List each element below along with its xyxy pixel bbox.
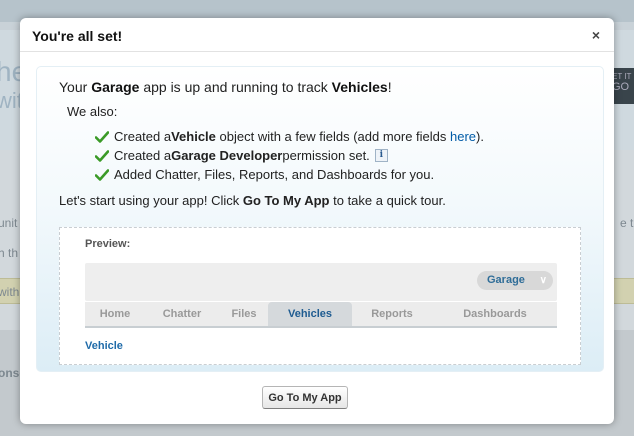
dialog-header: You're all set! × <box>20 18 614 52</box>
object-name: Vehicles <box>331 79 388 95</box>
call-to-action-text: Let's start using your app! Click Go To … <box>59 193 446 208</box>
completed-steps-list: Created a Vehicle object with a few fiel… <box>95 127 484 184</box>
bg-fragment: with <box>0 285 20 299</box>
app-selector: Garage ∨ <box>477 271 553 290</box>
app-name: Garage <box>91 79 140 95</box>
preview-vehicle-link: Vehicle <box>85 340 123 352</box>
check-icon <box>95 149 109 162</box>
check-icon <box>95 168 109 181</box>
info-icon[interactable]: i <box>374 149 388 162</box>
list-item: Added Chatter, Files, Reports, and Dashb… <box>95 165 484 184</box>
tab-vehicles: Vehicles <box>268 302 352 326</box>
also-label: We also: <box>67 104 118 119</box>
chevron-down-icon: ∨ <box>539 275 547 286</box>
bg-badge: ET IT GO <box>612 68 634 104</box>
list-item: Created a Garage Developer permission se… <box>95 146 484 165</box>
app-preview: Preview: Garage ∨ Home Chatter Files Veh… <box>59 227 581 365</box>
preview-tab-bar: Home Chatter Files Vehicles Reports Dash… <box>85 302 557 328</box>
go-to-my-app-button[interactable]: Go To My App <box>262 386 348 409</box>
preview-label: Preview: <box>85 238 131 250</box>
close-icon[interactable]: × <box>588 28 604 44</box>
tab-dashboards: Dashboards <box>463 308 527 320</box>
bg-fragment: unit <box>0 216 18 230</box>
add-fields-link[interactable]: here <box>450 129 476 144</box>
tab-reports: Reports <box>371 308 413 320</box>
tab-files: Files <box>231 308 257 320</box>
list-item: Created a Vehicle object with a few fiel… <box>95 127 484 146</box>
bg-fragment: h th <box>0 246 19 260</box>
dialog-title: You're all set! <box>32 28 123 44</box>
bg-fragment: e t <box>620 216 634 230</box>
preview-header: Garage ∨ <box>85 263 557 301</box>
setup-complete-dialog: You're all set! × Your Garage app is up … <box>20 18 614 424</box>
headline: Your Garage app is up and running to tra… <box>59 79 392 95</box>
check-icon <box>95 130 109 143</box>
tab-chatter: Chatter <box>162 308 202 320</box>
dialog-content-panel: Your Garage app is up and running to tra… <box>36 66 604 372</box>
tab-home: Home <box>99 308 131 320</box>
